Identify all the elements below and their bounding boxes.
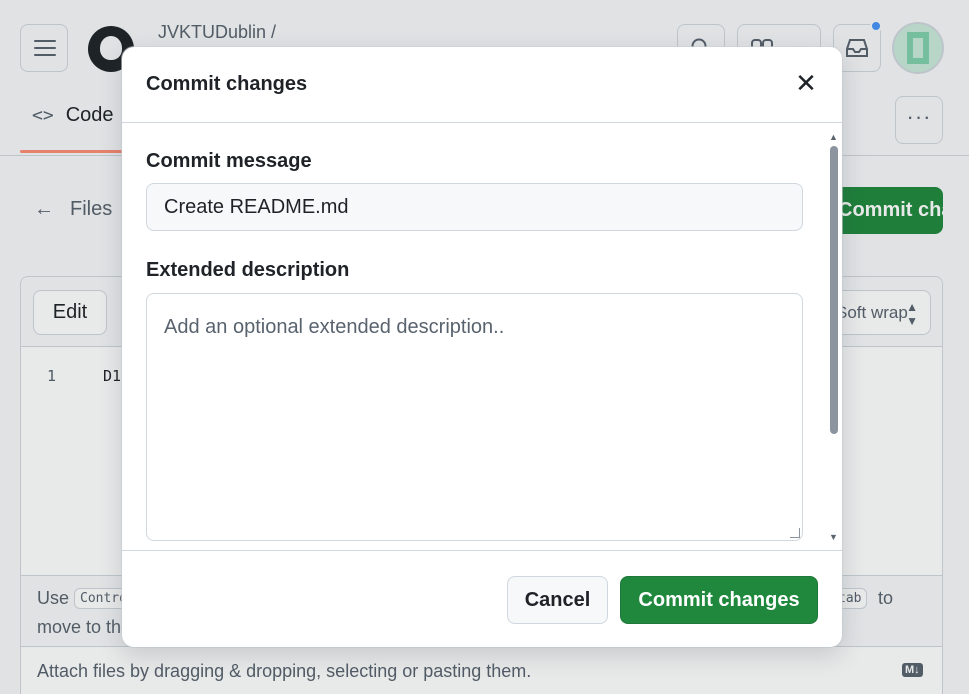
commit-message-label: Commit message xyxy=(146,150,312,172)
dialog-header: Commit changes ✕ xyxy=(122,47,842,123)
extended-description-textarea[interactable]: Add an optional extended description.. xyxy=(146,293,803,541)
cancel-button[interactable]: Cancel xyxy=(507,576,608,624)
resize-handle-icon[interactable] xyxy=(790,528,800,538)
commit-changes-button[interactable]: Commit changes xyxy=(620,576,818,624)
extended-description-label: Extended description xyxy=(146,259,350,281)
commit-dialog: Commit changes ✕ Commit message Create R… xyxy=(122,47,842,647)
scroll-down-icon[interactable]: ▼ xyxy=(829,532,838,542)
dialog-footer: Cancel Commit changes xyxy=(122,550,842,647)
extended-description-placeholder: Add an optional extended description.. xyxy=(164,316,505,338)
scroll-up-icon[interactable]: ▲ xyxy=(829,132,838,142)
dialog-body: Commit message Create README.md Extended… xyxy=(122,124,842,550)
dialog-title: Commit changes xyxy=(146,73,308,95)
scrollbar-thumb[interactable] xyxy=(830,146,838,434)
close-icon[interactable]: ✕ xyxy=(788,67,824,103)
commit-message-input[interactable]: Create README.md xyxy=(146,183,803,231)
